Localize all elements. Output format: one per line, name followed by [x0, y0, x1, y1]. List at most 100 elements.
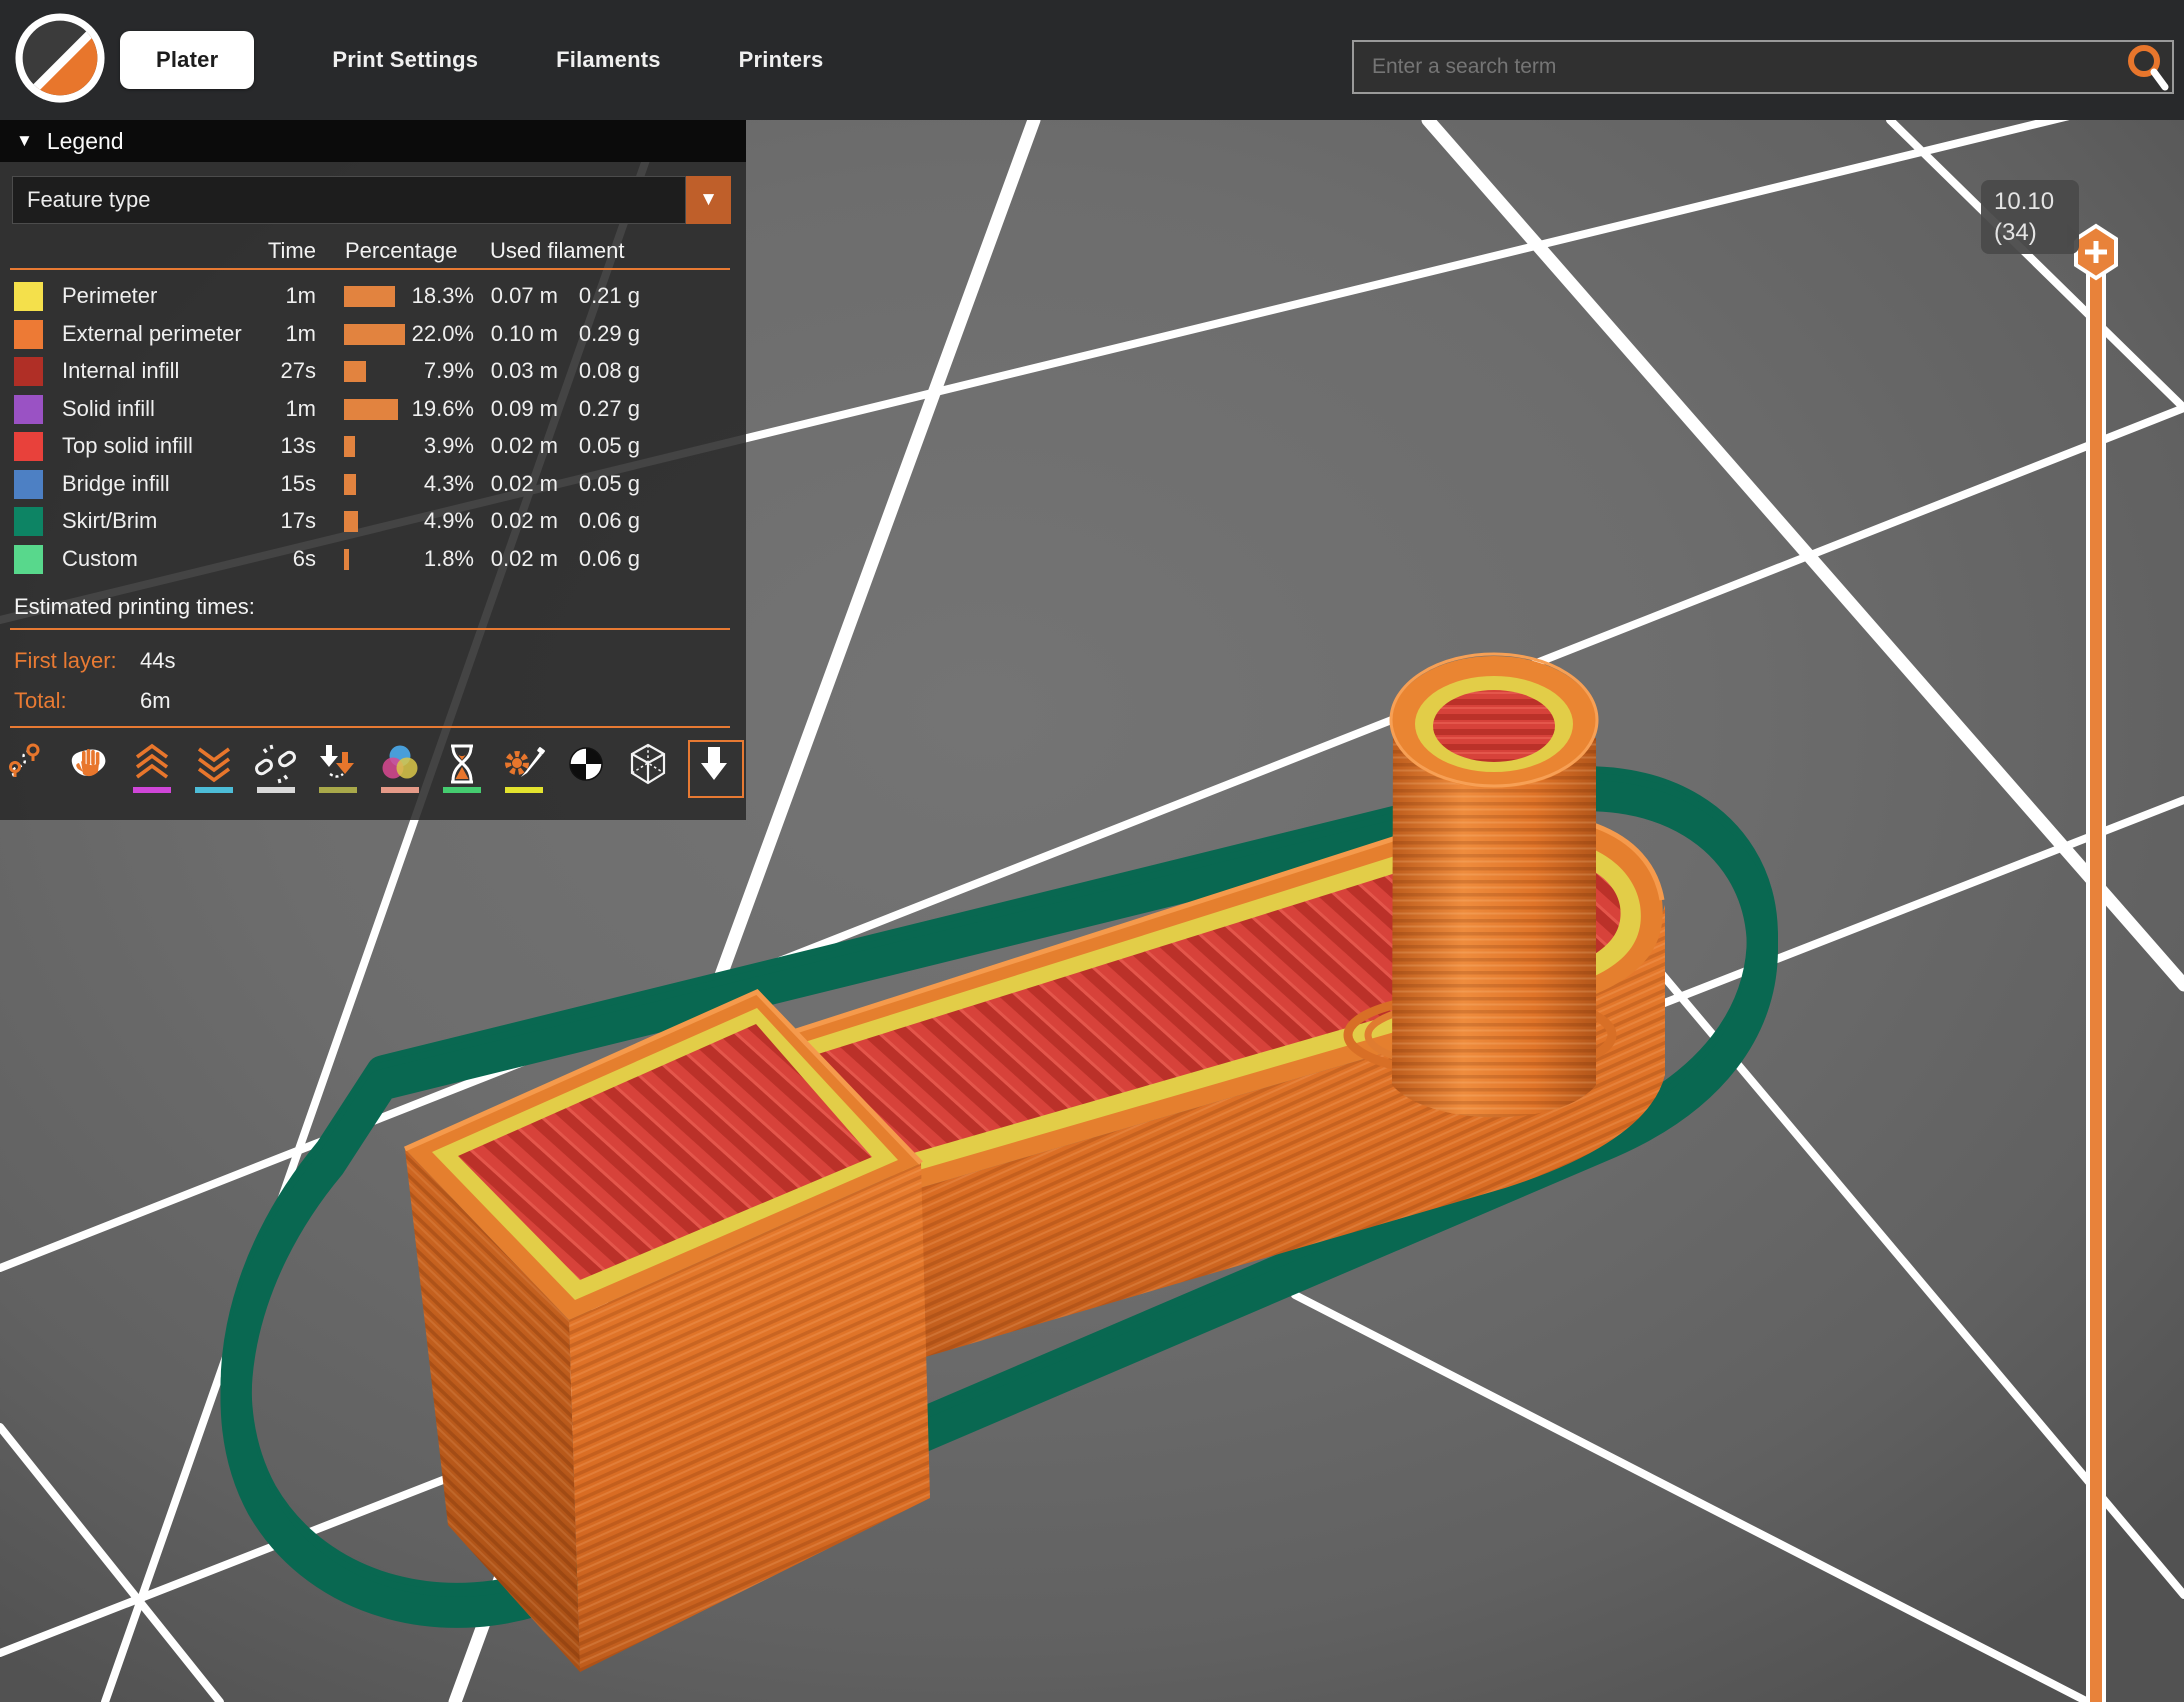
legend-panel: ▼ Legend Feature type ▼ Time Percentage …: [0, 120, 746, 820]
feature-filament-weight: 0.29 g: [544, 321, 640, 347]
feature-color-swatch: [14, 395, 43, 424]
tab-print-settings[interactable]: Print Settings: [332, 47, 478, 73]
feature-percent-bar: [344, 549, 349, 570]
custom-gcode-toggle[interactable]: [502, 742, 548, 798]
feature-time: 27s: [236, 358, 316, 384]
model-block: [405, 992, 930, 1672]
first-layer-row: First layer: 44s: [14, 648, 117, 674]
retractions-icon: [130, 742, 174, 786]
option-underline: [319, 787, 357, 793]
top-bar: Plater Print Settings Filaments Printers: [0, 0, 2184, 120]
feature-percent-bar: [344, 436, 355, 457]
feature-color-swatch: [14, 545, 43, 574]
layer-slider-track[interactable]: [2086, 264, 2106, 1702]
feature-row: Internal infill27s7.9%0.03 m0.08 g: [0, 353, 746, 391]
feature-percentage: 7.9%: [380, 358, 474, 384]
feature-percentage: 18.3%: [380, 283, 474, 309]
travel-moves-toggle[interactable]: [6, 742, 52, 798]
deretractions-toggle[interactable]: [192, 742, 238, 798]
total-time-row: Total: 6m: [14, 688, 67, 714]
search-box[interactable]: [1352, 40, 2174, 94]
divider: [10, 726, 730, 728]
pause-prints-toggle[interactable]: [440, 742, 486, 798]
view-type-value: Feature type: [27, 187, 151, 213]
feature-label: External perimeter: [62, 321, 242, 347]
feature-time: 1m: [236, 321, 316, 347]
feature-color-swatch: [14, 282, 43, 311]
divider: [10, 268, 730, 270]
column-percentage: Percentage: [345, 238, 458, 264]
color-changes-toggle[interactable]: [378, 742, 424, 798]
feature-row: Skirt/Brim17s4.9%0.02 m0.06 g: [0, 503, 746, 541]
feature-row: Bridge infill15s4.3%0.02 m0.05 g: [0, 466, 746, 504]
feature-time: 1m: [236, 283, 316, 309]
gcode-viewer-window: Plater Print Settings Filaments Printers…: [0, 0, 2184, 1702]
feature-time: 13s: [236, 433, 316, 459]
travel-moves-icon: [6, 742, 50, 786]
view-type-dropdown[interactable]: Feature type: [12, 176, 686, 224]
slicer-logo-icon[interactable]: [14, 12, 106, 104]
shells-toggle[interactable]: [626, 742, 672, 798]
legend-header[interactable]: ▼ Legend: [0, 120, 746, 162]
feature-row: Solid infill1m19.6%0.09 m0.27 g: [0, 391, 746, 429]
feature-percentage: 19.6%: [380, 396, 474, 422]
tooltip-height-value: 10.10: [1994, 186, 2079, 217]
tooltip-layer-number: (34): [1994, 217, 2079, 248]
collapse-triangle-icon[interactable]: ▼: [16, 131, 33, 151]
option-underline: [133, 787, 171, 793]
feature-percent-bar: [344, 361, 366, 382]
feature-color-swatch: [14, 432, 43, 461]
tab-printers[interactable]: Printers: [739, 47, 824, 73]
feature-color-swatch: [14, 320, 43, 349]
feature-label: Bridge infill: [62, 471, 170, 497]
feature-time: 6s: [236, 546, 316, 572]
feature-time: 17s: [236, 508, 316, 534]
tool-marker-icon: [692, 744, 736, 788]
feature-time: 1m: [236, 396, 316, 422]
feature-percent-bar: [344, 474, 356, 495]
seams-icon: [254, 742, 298, 786]
feature-percent-bar: [344, 511, 358, 532]
total-value: 6m: [140, 688, 171, 714]
feature-percentage: 4.3%: [380, 471, 474, 497]
option-underline: [505, 787, 543, 793]
option-underline: [381, 787, 419, 793]
feature-percentage: 1.8%: [380, 546, 474, 572]
view-type-dropdown-button[interactable]: ▼: [686, 176, 731, 224]
feature-color-swatch: [14, 507, 43, 536]
feature-row: External perimeter1m22.0%0.10 m0.29 g: [0, 316, 746, 354]
estimated-times-title: Estimated printing times:: [14, 594, 255, 620]
seams-toggle[interactable]: [254, 742, 300, 798]
wipe-icon: [68, 742, 112, 786]
tab-plater[interactable]: Plater: [120, 31, 254, 89]
feature-row: Custom6s1.8%0.02 m0.06 g: [0, 541, 746, 579]
retractions-toggle[interactable]: [130, 742, 176, 798]
feature-row: Top solid infill13s3.9%0.02 m0.05 g: [0, 428, 746, 466]
search-icon[interactable]: [2124, 41, 2170, 93]
feature-label: Skirt/Brim: [62, 508, 157, 534]
column-used-filament: Used filament: [490, 238, 625, 264]
wipe-toggle[interactable]: [68, 742, 114, 798]
legend-title: Legend: [47, 128, 124, 155]
feature-label: Internal infill: [62, 358, 179, 384]
feature-rows: Perimeter1m18.3%0.07 m0.21 gExternal per…: [0, 278, 746, 578]
feature-filament-weight: 0.21 g: [544, 283, 640, 309]
tool-changes-icon: [316, 742, 360, 786]
first-layer-label: First layer:: [14, 648, 117, 673]
tool-changes-toggle[interactable]: [316, 742, 362, 798]
search-input[interactable]: [1354, 55, 2124, 79]
column-time: Time: [236, 238, 316, 264]
feature-label: Solid infill: [62, 396, 155, 422]
custom-gcode-icon: [502, 742, 546, 786]
center-of-gravity-toggle[interactable]: [564, 742, 610, 798]
feature-label: Perimeter: [62, 283, 157, 309]
center-of-gravity-icon: [564, 742, 608, 786]
feature-filament-weight: 0.06 g: [544, 546, 640, 572]
feature-color-swatch: [14, 357, 43, 386]
view-options-toolbar: [6, 742, 760, 798]
total-label: Total:: [14, 688, 67, 713]
tab-filaments[interactable]: Filaments: [556, 47, 661, 73]
feature-percentage: 4.9%: [380, 508, 474, 534]
first-layer-value: 44s: [140, 648, 175, 674]
tool-marker-toggle[interactable]: [688, 740, 744, 798]
